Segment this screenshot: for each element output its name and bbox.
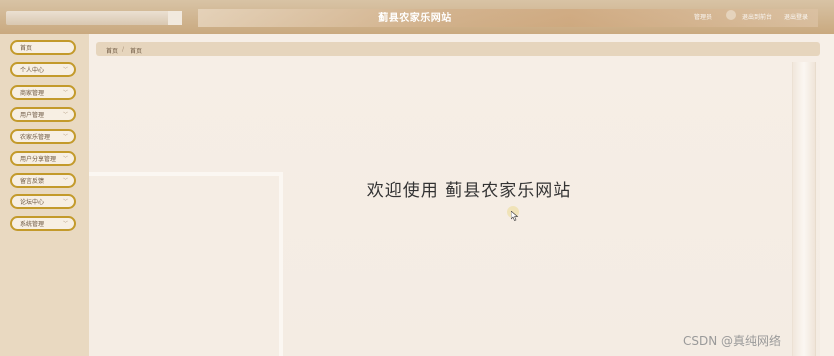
site-title: 蓟县农家乐网站	[378, 13, 452, 24]
header-decoration-strip	[198, 9, 818, 27]
breadcrumb-home[interactable]: 首页	[106, 46, 118, 55]
sidebar-item-label: 农家乐管理	[20, 134, 51, 141]
background-panel	[89, 172, 283, 356]
chevron-down-icon: ﹀	[62, 67, 68, 73]
user-icon	[726, 10, 736, 20]
sidebar: 首页 个人中心 ﹀ 商家管理 ﹀ 用户管理 ﹀ 农家乐管理 ﹀ 用户分享管理 ﹀…	[0, 34, 89, 356]
chevron-down-icon: ﹀	[62, 178, 68, 184]
sidebar-item-personal-center[interactable]: 个人中心 ﹀	[10, 62, 76, 77]
sidebar-item-label: 首页	[20, 45, 33, 52]
sidebar-item-users[interactable]: 用户管理 ﹀	[10, 107, 76, 122]
sidebar-item-user-share[interactable]: 用户分享管理 ﹀	[10, 151, 76, 166]
sidebar-item-forum[interactable]: 论坛中心 ﹀	[10, 194, 76, 209]
breadcrumb-separator: /	[122, 46, 125, 53]
chevron-down-icon: ﹀	[62, 90, 68, 96]
sidebar-item-label: 论坛中心	[20, 199, 45, 206]
chevron-down-icon: ﹀	[62, 134, 68, 140]
breadcrumb-current: 首页	[130, 48, 143, 55]
chevron-down-icon: ﹀	[62, 221, 68, 227]
sidebar-item-farmstay[interactable]: 农家乐管理 ﹀	[10, 129, 76, 144]
sidebar-item-system[interactable]: 系统管理 ﹀	[10, 216, 76, 231]
sidebar-item-merchant[interactable]: 商家管理 ﹀	[10, 85, 76, 100]
mouse-cursor-icon	[511, 211, 519, 221]
sidebar-item-label: 个人中心	[20, 67, 45, 74]
breadcrumb: 首页 / 首页	[96, 42, 820, 56]
chevron-down-icon: ﹀	[62, 112, 68, 118]
chevron-down-icon: ﹀	[62, 156, 68, 162]
sidebar-item-label: 系统管理	[20, 221, 45, 228]
sidebar-item-home[interactable]: 首页	[10, 40, 76, 55]
background-pillar	[792, 62, 816, 356]
background-edge	[820, 34, 834, 356]
front-link[interactable]: 退出到前台	[742, 12, 772, 21]
sidebar-item-label: 留言反馈	[20, 178, 45, 185]
welcome-message: 欢迎使用 蓟县农家乐网站	[366, 181, 572, 201]
logout-link[interactable]: 退出登录	[784, 12, 808, 21]
sidebar-item-feedback[interactable]: 留言反馈 ﹀	[10, 173, 76, 188]
chevron-down-icon: ﹀	[62, 199, 68, 205]
top-header: 蓟县农家乐网站 管理员 退出到前台 退出登录	[0, 0, 834, 35]
user-label: 管理员	[694, 14, 713, 21]
header-left-bar	[6, 11, 182, 25]
sidebar-item-label: 用户管理	[20, 112, 45, 119]
sidebar-item-label: 商家管理	[20, 90, 45, 97]
watermark: CSDN @真纯网络	[683, 334, 782, 348]
sidebar-item-label: 用户分享管理	[20, 156, 57, 163]
main-content: 首页 / 首页 欢迎使用 蓟县农家乐网站	[89, 34, 834, 356]
